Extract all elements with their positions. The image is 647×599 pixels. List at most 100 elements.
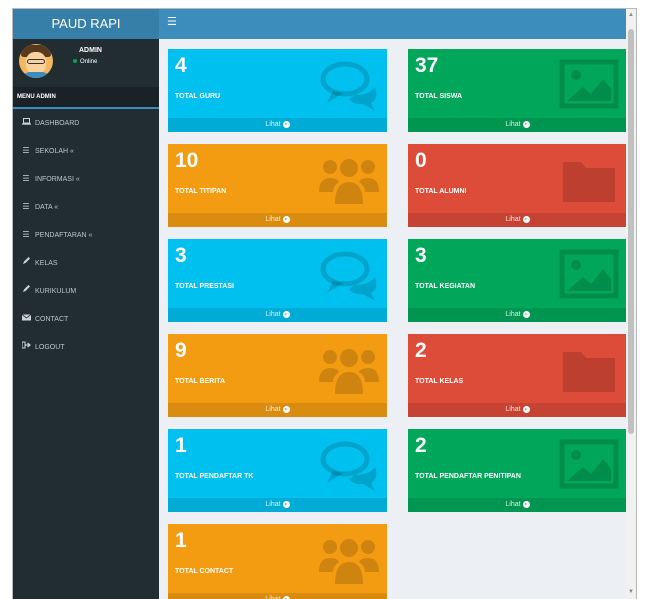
list-icon: ☰ <box>22 146 30 155</box>
stat-count: 2 <box>415 339 427 362</box>
more-info-link[interactable]: Lihat <box>408 213 627 227</box>
more-info-link[interactable]: Lihat <box>168 213 387 227</box>
stat-count: 9 <box>175 339 187 362</box>
arrow-circle-right-icon <box>282 595 290 599</box>
sidebar-item-kurikulum[interactable]: KURIKULUM <box>13 277 159 305</box>
user-status-label: Online <box>80 59 98 65</box>
more-info-label: Lihat <box>265 406 281 413</box>
arrow-circle-right-icon <box>282 215 290 223</box>
stat-label: TOTAL KEGIATAN <box>415 283 476 290</box>
list-icon: ☰ <box>22 202 30 211</box>
stat-box-total-pendaftar-penitipan: 2 TOTAL PENDAFTAR PENITIPAN Lihat <box>408 429 627 512</box>
more-info-link[interactable]: Lihat <box>408 118 627 132</box>
stat-label: TOTAL KELAS <box>415 378 464 385</box>
arrow-circle-right-icon <box>522 405 530 413</box>
image-icon <box>559 439 619 491</box>
sidebar-item-data[interactable]: ☰ DATA « <box>13 193 159 221</box>
stat-count: 10 <box>175 149 199 172</box>
more-info-link[interactable]: Lihat <box>168 308 387 322</box>
scrollbar[interactable]: ▲ ▼ <box>626 9 636 599</box>
top-navbar: ☰ <box>159 9 636 39</box>
sidebar-item-informasi[interactable]: ☰ INFORMASI « <box>13 165 159 193</box>
more-info-label: Lihat <box>505 216 521 223</box>
users-icon <box>319 154 379 206</box>
sidebar-item-label: SEKOLAH « <box>35 148 74 155</box>
arrow-circle-right-icon <box>282 405 290 413</box>
stat-count: 3 <box>175 244 187 267</box>
more-info-link[interactable]: Lihat <box>168 593 387 599</box>
user-name: ADMIN <box>79 47 102 54</box>
menu-header: MENU ADMIN <box>13 87 159 109</box>
sidebar-toggle-icon[interactable]: ☰ <box>167 17 177 28</box>
comments-icon <box>319 439 379 491</box>
stat-box-total-prestasi: 3 TOTAL PRESTASI Lihat <box>168 239 387 322</box>
scroll-up-icon[interactable]: ▲ <box>628 12 634 18</box>
more-info-link[interactable]: Lihat <box>168 403 387 417</box>
arrow-circle-right-icon <box>282 310 290 318</box>
arrow-circle-right-icon <box>522 215 530 223</box>
image-icon <box>559 249 619 301</box>
stat-label: TOTAL ALUMNI <box>415 188 467 195</box>
more-info-link[interactable]: Lihat <box>168 498 387 512</box>
stat-box-total-alumni: 0 TOTAL ALUMNI Lihat <box>408 144 627 227</box>
sidebar-item-label: PENDAFTARAN « <box>35 232 93 239</box>
envelope-icon <box>21 305 31 333</box>
image-icon <box>559 59 619 111</box>
sidebar-item-kelas[interactable]: KELAS <box>13 249 159 277</box>
sidebar: PAUD RAPI ADMIN Online MENU ADMIN DASHBO… <box>13 9 159 599</box>
stat-label: TOTAL PENDAFTAR PENITIPAN <box>415 473 521 480</box>
list-icon: ☰ <box>22 230 30 239</box>
stat-label: TOTAL BERITA <box>175 378 226 385</box>
laptop-icon <box>21 109 31 137</box>
stat-count: 1 <box>175 434 187 457</box>
stat-label: TOTAL PRESTASI <box>175 283 234 290</box>
more-info-link[interactable]: Lihat <box>408 403 627 417</box>
sidebar-item-label: INFORMASI « <box>35 176 80 183</box>
sidebar-item-dashboard[interactable]: DASHBOARD <box>13 109 159 137</box>
more-info-label: Lihat <box>505 501 521 508</box>
sidebar-item-label: CONTACT <box>35 316 69 323</box>
stat-box-total-berita: 9 TOTAL BERITA Lihat <box>168 334 387 417</box>
stat-label: TOTAL GURU <box>175 93 221 100</box>
sidebar-item-label: DATA « <box>35 204 59 211</box>
arrow-circle-right-icon <box>522 310 530 318</box>
stat-box-total-titipan: 10 TOTAL TITIPAN Lihat <box>168 144 387 227</box>
comments-icon <box>319 59 379 111</box>
sidebar-item-label: LOGOUT <box>35 344 65 351</box>
sign-out-icon <box>21 333 31 361</box>
stat-box-total-kegiatan: 3 TOTAL KEGIATAN Lihat <box>408 239 627 322</box>
more-info-link[interactable]: Lihat <box>168 118 387 132</box>
sidebar-item-label: DASHBOARD <box>35 120 80 127</box>
sidebar-item-pendaftaran[interactable]: ☰ PENDAFTARAN « <box>13 221 159 249</box>
sidebar-item-logout[interactable]: LOGOUT <box>13 333 159 361</box>
stat-count: 37 <box>415 54 439 77</box>
arrow-circle-right-icon <box>522 120 530 128</box>
stat-count: 2 <box>415 434 427 457</box>
stat-label: TOTAL TITIPAN <box>175 188 227 195</box>
stat-count: 3 <box>415 244 427 267</box>
stat-count: 1 <box>175 529 187 552</box>
stat-label: TOTAL PENDAFTAR TK <box>175 473 254 480</box>
stat-box-total-contact: 1 TOTAL CONTACT Lihat <box>168 524 387 599</box>
folder-icon <box>559 154 619 206</box>
scrollbar-thumb[interactable] <box>628 29 634 434</box>
sidebar-item-sekolah[interactable]: ☰ SEKOLAH « <box>13 137 159 165</box>
sidebar-item-label: KELAS <box>35 260 58 267</box>
more-info-label: Lihat <box>265 311 281 318</box>
users-icon <box>319 344 379 396</box>
more-info-link[interactable]: Lihat <box>408 498 627 512</box>
more-info-link[interactable]: Lihat <box>408 308 627 322</box>
arrow-circle-right-icon <box>282 120 290 128</box>
more-info-label: Lihat <box>265 501 281 508</box>
more-info-label: Lihat <box>505 406 521 413</box>
stat-label: TOTAL CONTACT <box>175 568 234 575</box>
more-info-label: Lihat <box>505 311 521 318</box>
avatar <box>19 44 53 78</box>
scroll-down-icon[interactable]: ▼ <box>628 589 634 595</box>
stat-count: 0 <box>415 149 427 172</box>
sidebar-item-contact[interactable]: CONTACT <box>13 305 159 333</box>
stat-box-total-siswa: 37 TOTAL SISWA Lihat <box>408 49 627 132</box>
browser-viewport: PAUD RAPI ADMIN Online MENU ADMIN DASHBO… <box>12 8 637 599</box>
app-logo[interactable]: PAUD RAPI <box>13 9 159 39</box>
stat-count: 4 <box>175 54 187 77</box>
